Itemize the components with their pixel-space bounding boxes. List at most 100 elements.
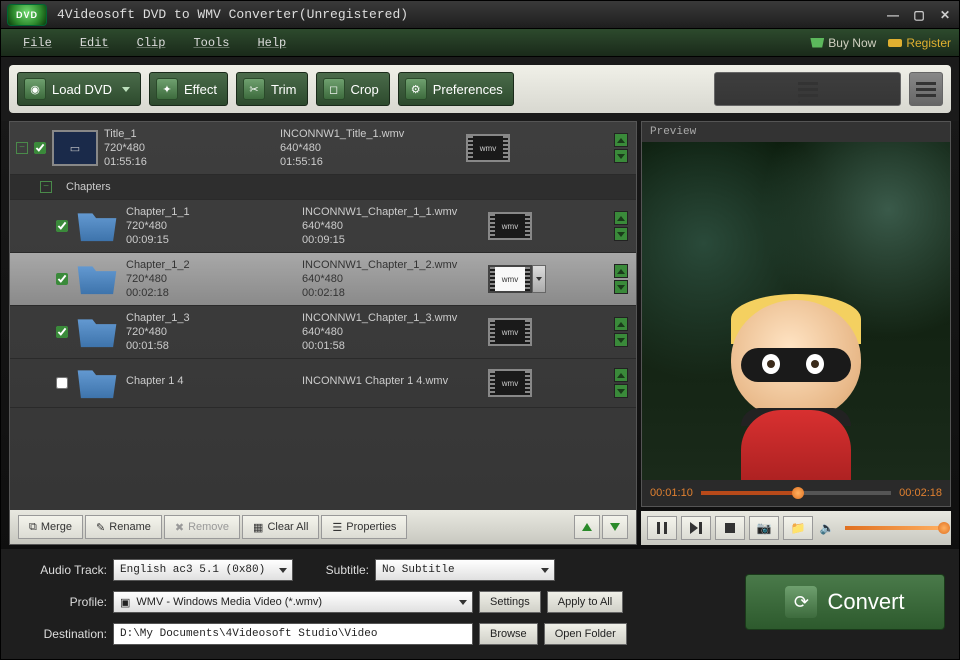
output-format[interactable]: wmv (488, 369, 532, 397)
chevron-down-icon (122, 87, 130, 92)
audio-track-combo[interactable]: English ac3 5.1 (0x80) (113, 559, 293, 581)
preferences-button[interactable]: ⚙ Preferences (398, 72, 514, 106)
item-duration: 00:02:18 (126, 287, 296, 299)
maximize-button[interactable]: ▢ (911, 7, 927, 23)
remove-button[interactable]: ✖Remove (164, 515, 240, 539)
subtitle-combo[interactable]: No Subtitle (375, 559, 555, 581)
menu-tools[interactable]: Tools (179, 32, 243, 54)
list-row[interactable]: Chapter_1_3 720*480 00:01:58 INCONNW1_Ch… (10, 306, 636, 359)
view-list-button[interactable] (714, 72, 901, 106)
menu-help[interactable]: Help (243, 32, 300, 54)
clear-icon: ▦ (253, 521, 263, 534)
effect-label: Effect (184, 82, 217, 97)
item-resolution: 720*480 (126, 326, 296, 338)
output-format[interactable]: wmv (466, 134, 510, 162)
apply-to-all-button[interactable]: Apply to All (547, 591, 623, 613)
step-button[interactable] (681, 516, 711, 540)
snapshot-button[interactable]: 📷 (749, 516, 779, 540)
arrow-down-icon (610, 523, 620, 531)
profile-combo[interactable]: ▣WMV - Windows Media Video (*.wmv) (113, 591, 473, 613)
file-list-pane: − ▭ Title_1 720*480 01:55:16 INCONNW1_Ti… (9, 121, 637, 545)
crop-button[interactable]: ◻ Crop (316, 72, 390, 106)
rename-button[interactable]: ✎Rename (85, 515, 162, 539)
move-up-button[interactable] (574, 515, 600, 539)
buy-now-button[interactable]: Buy Now (810, 36, 876, 50)
titlebar: DVD 4Videosoft DVD to WMV Converter(Unre… (1, 1, 959, 29)
file-ops-bar: ⧉Merge ✎Rename ✖Remove ▦Clear All ☰Prope… (10, 510, 636, 544)
menu-clip[interactable]: Clip (123, 32, 180, 54)
time-current: 00:01:10 (650, 487, 693, 499)
seek-slider[interactable] (701, 491, 891, 495)
row-move-up[interactable] (614, 264, 628, 278)
open-folder-button[interactable]: Open Folder (544, 623, 627, 645)
row-checkbox[interactable] (56, 377, 68, 389)
browse-button[interactable]: Browse (479, 623, 538, 645)
list-row[interactable]: Chapter 1 4 INCONNW1 Chapter 1 4.wmv wmv (10, 359, 636, 408)
output-resolution: 640*480 (302, 326, 482, 338)
item-name: Chapter 1 4 (126, 375, 296, 387)
row-move-down[interactable] (614, 333, 628, 347)
row-move-down[interactable] (614, 280, 628, 294)
item-duration: 00:01:58 (126, 340, 296, 352)
list-row[interactable]: − ▭ Title_1 720*480 01:55:16 INCONNW1_Ti… (10, 122, 636, 175)
open-snapshot-folder-button[interactable]: 📁 (783, 516, 813, 540)
settings-button[interactable]: Settings (479, 591, 541, 613)
speaker-icon: 🔈 (820, 521, 835, 535)
row-move-up[interactable] (614, 368, 628, 382)
row-checkbox[interactable] (56, 273, 68, 285)
row-move-up[interactable] (614, 211, 628, 225)
load-dvd-button[interactable]: ◉ Load DVD (17, 72, 141, 106)
row-move-down[interactable] (614, 149, 628, 163)
row-checkbox[interactable] (56, 220, 68, 232)
list-row[interactable]: Chapter_1_2 720*480 00:02:18 INCONNW1_Ch… (10, 253, 636, 306)
item-name: Chapter_1_2 (126, 259, 296, 271)
key-icon (888, 39, 902, 47)
register-button[interactable]: Register (888, 36, 951, 50)
view-detail-button[interactable] (909, 72, 943, 106)
output-format[interactable]: wmv (488, 318, 532, 346)
folder-icon: 📁 (791, 521, 806, 535)
expand-toggle[interactable]: − (16, 142, 28, 154)
arrow-up-icon (582, 523, 592, 531)
crop-icon: ◻ (323, 78, 345, 100)
convert-label: Convert (827, 589, 904, 615)
trim-button[interactable]: ✂ Trim (236, 72, 308, 106)
window-title: 4Videosoft DVD to WMV Converter(Unregist… (57, 7, 408, 22)
row-move-down[interactable] (614, 384, 628, 398)
row-checkbox[interactable] (56, 326, 68, 338)
row-move-up[interactable] (614, 317, 628, 331)
subtitle-label: Subtitle: (299, 563, 369, 577)
camera-icon: 📷 (757, 521, 772, 535)
toolbar: ◉ Load DVD ✦ Effect ✂ Trim ◻ Crop ⚙ Pref… (9, 65, 951, 113)
convert-button[interactable]: ⟳ Convert (745, 574, 945, 630)
output-format[interactable]: wmv (488, 212, 532, 240)
move-down-button[interactable] (602, 515, 628, 539)
output-duration: 00:09:15 (302, 234, 482, 246)
row-checkbox[interactable] (34, 142, 46, 154)
collapse-toggle[interactable]: − (40, 181, 52, 193)
convert-icon: ⟳ (785, 586, 817, 618)
row-move-down[interactable] (614, 227, 628, 241)
output-resolution: 640*480 (280, 142, 460, 154)
mute-button[interactable]: 🔈 (817, 516, 837, 540)
minimize-button[interactable]: — (885, 7, 901, 23)
output-name: INCONNW1_Title_1.wmv (280, 128, 460, 140)
list-row[interactable]: Chapter_1_1 720*480 00:09:15 INCONNW1_Ch… (10, 200, 636, 253)
effect-button[interactable]: ✦ Effect (149, 72, 228, 106)
output-resolution: 640*480 (302, 273, 482, 285)
preview-video[interactable] (642, 142, 950, 480)
menu-file[interactable]: File (9, 32, 66, 54)
output-format[interactable]: wmv (488, 265, 532, 293)
row-move-up[interactable] (614, 133, 628, 147)
file-list[interactable]: − ▭ Title_1 720*480 01:55:16 INCONNW1_Ti… (10, 122, 636, 510)
close-button[interactable]: ✕ (937, 7, 953, 23)
merge-button[interactable]: ⧉Merge (18, 515, 83, 539)
stop-button[interactable] (715, 516, 745, 540)
menu-edit[interactable]: Edit (66, 32, 123, 54)
volume-slider[interactable] (845, 526, 945, 530)
clear-all-button[interactable]: ▦Clear All (242, 515, 319, 539)
destination-field[interactable]: D:\My Documents\4Videosoft Studio\Video (113, 623, 473, 645)
format-dropdown[interactable] (532, 265, 546, 293)
properties-button[interactable]: ☰Properties (321, 515, 407, 539)
pause-button[interactable] (647, 516, 677, 540)
